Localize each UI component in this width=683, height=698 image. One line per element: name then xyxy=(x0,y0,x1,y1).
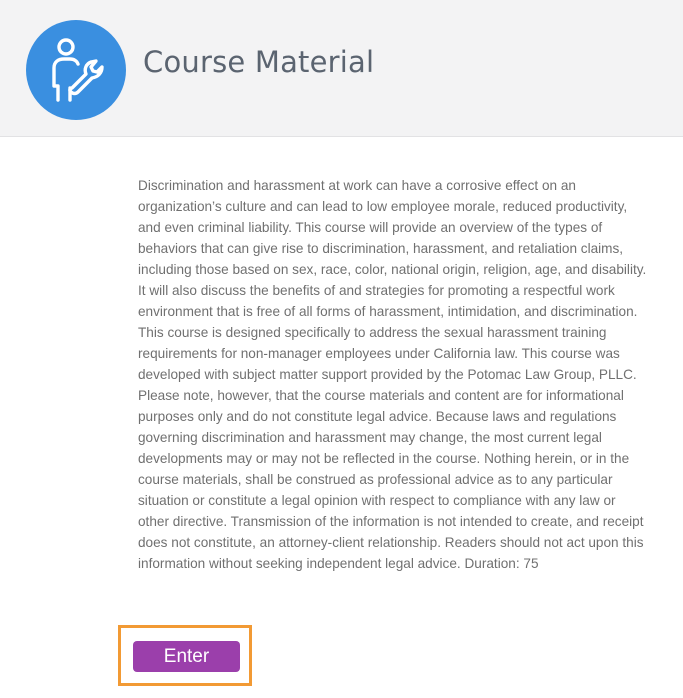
page-header: Course Material xyxy=(0,0,683,137)
page-title: Course Material xyxy=(143,45,375,79)
enter-button[interactable]: Enter xyxy=(133,641,240,672)
course-avatar xyxy=(26,20,126,120)
user-wrench-icon xyxy=(52,38,104,102)
course-description: Discrimination and harassment at work ca… xyxy=(138,178,647,571)
